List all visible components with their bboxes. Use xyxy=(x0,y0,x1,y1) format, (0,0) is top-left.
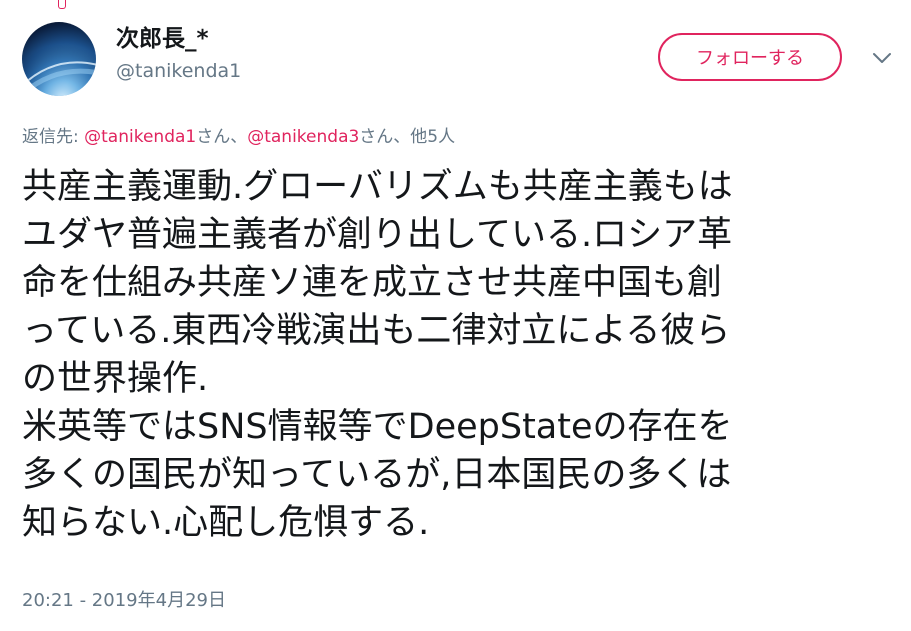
reply-to-prefix: 返信先: xyxy=(22,127,85,147)
tweet-text-line: 命を仕組み共産ソ連を成立させ共産中国も創 xyxy=(22,263,723,303)
reply-mention-link[interactable]: @tanikenda3 xyxy=(247,127,359,147)
tweet-text: 共産主義運動.グローバリズムも共産主義もは ユダヤ普遍主義者が創り出している.ロ… xyxy=(22,163,902,547)
tweet-text-line: の世界操作. xyxy=(22,359,209,399)
tweet-text-line: 共産主義運動.グローバリズムも共産主義もは xyxy=(22,167,733,207)
avatar[interactable] xyxy=(22,22,96,96)
thread-connector xyxy=(58,0,66,9)
tweet-text-line: ユダヤ普遍主義者が創り出している.ロシア革 xyxy=(22,215,733,255)
follow-button[interactable]: フォローする xyxy=(658,33,842,81)
reply-mention-link[interactable]: @tanikenda1 xyxy=(84,127,196,147)
tweet-header: 次郎長_* @tanikenda1 フォローする xyxy=(22,22,891,98)
earth-horizon-icon xyxy=(22,22,96,96)
display-name[interactable]: 次郎長_* xyxy=(116,24,241,54)
tweet-timestamp[interactable]: 20:21 - 2019年4月29日 xyxy=(22,588,226,614)
chevron-down-icon[interactable] xyxy=(870,46,894,70)
user-handle[interactable]: @tanikenda1 xyxy=(116,58,241,84)
tweet-text-line: っている.東西冷戦演出も二律対立による彼ら xyxy=(22,311,731,351)
tweet-text-line: 多くの国民が知っているが,日本国民の多くは xyxy=(22,455,732,495)
reply-to-line: 返信先: @tanikenda1さん、@tanikenda3さん、他5人 xyxy=(22,124,455,150)
user-names: 次郎長_* @tanikenda1 xyxy=(116,24,241,84)
tweet-text-line: 知らない.心配し危惧する. xyxy=(22,503,430,543)
tweet-text-line: 米英等ではSNS情報等でDeepStateの存在を xyxy=(22,407,733,447)
reply-to-others[interactable]: 他5人 xyxy=(410,127,455,147)
reply-to-separator: さん、 xyxy=(196,127,248,147)
reply-to-separator: さん、 xyxy=(359,127,411,147)
